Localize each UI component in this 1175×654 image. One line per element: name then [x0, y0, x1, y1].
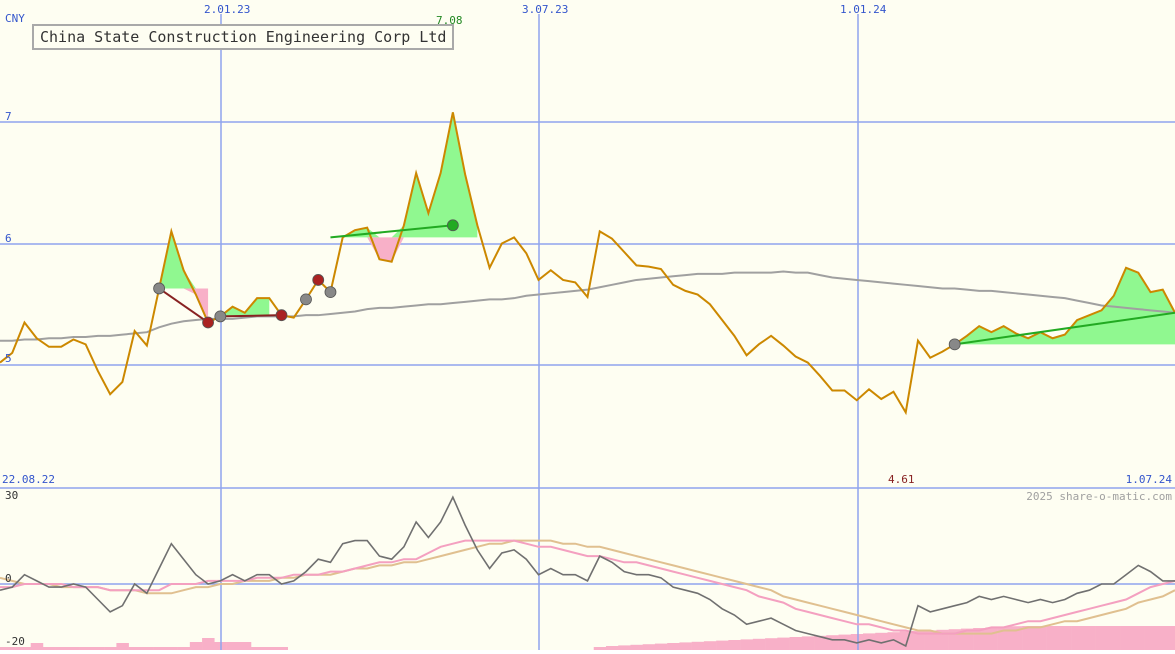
price-tick-label: 5	[5, 352, 12, 365]
osc-tick-label: 0	[5, 572, 12, 585]
signal-marker	[153, 282, 166, 295]
volume-bar	[691, 641, 705, 650]
volume-bar	[667, 643, 680, 650]
volume-bar	[618, 645, 631, 650]
volume-bar	[1169, 626, 1175, 650]
signal-marker	[300, 293, 312, 306]
volume-bar	[752, 638, 766, 650]
volume-bar	[1120, 626, 1133, 650]
volume-bar	[899, 631, 913, 650]
watermark: 2025 share-o-matic.com	[1026, 490, 1172, 503]
volume-bar	[1022, 626, 1035, 650]
volume-bar	[189, 642, 203, 650]
volume-bar	[238, 642, 252, 650]
oscillator-lines	[0, 495, 1175, 648]
volume-bar	[1107, 626, 1121, 650]
volume-bar	[1144, 626, 1158, 650]
volume-bar	[740, 639, 754, 650]
volume-bar	[801, 636, 815, 650]
currency-label: CNY	[5, 12, 25, 25]
trend-fill	[342, 237, 478, 262]
volume-bar	[838, 634, 852, 650]
price-tick-label: 6	[5, 232, 12, 245]
volume-bar	[826, 635, 839, 650]
volume-bar	[1132, 626, 1145, 650]
volume-bar	[1095, 626, 1109, 650]
trend-segments	[158, 224, 1175, 346]
date-label: 3.07.23	[522, 3, 568, 16]
chart-title: China State Construction Engineering Cor…	[32, 24, 455, 50]
oscillator-signal-line	[0, 539, 1175, 635]
osc-tick-label: 30	[5, 489, 18, 502]
osc-tick-label: -20	[5, 635, 25, 648]
volume-bar	[777, 637, 790, 650]
price-tick-label: 7	[5, 110, 12, 123]
volume-bar	[1046, 626, 1060, 650]
volume-bar	[1156, 626, 1170, 650]
volume-bar	[765, 638, 778, 650]
volume-bar	[30, 643, 44, 650]
volume-bar	[226, 642, 240, 650]
trend-line	[220, 314, 282, 318]
signal-marker	[312, 274, 325, 286]
oscillator-slow-line	[0, 539, 1175, 635]
volume-bar	[1083, 626, 1096, 650]
signal-marker	[948, 338, 961, 351]
date-label: 1.01.24	[840, 3, 887, 16]
volume-bar	[789, 637, 803, 650]
volume-bar	[716, 640, 729, 650]
volume-bar	[679, 642, 692, 650]
volume-bar	[116, 643, 129, 650]
volume-bar	[985, 627, 998, 650]
volume-bar	[1058, 626, 1072, 650]
date-label: 2.01.23	[204, 3, 250, 16]
volume-bar	[630, 644, 643, 650]
chart-svg: CNY 7 6 5 2.01.23 3.07.23 1.01.24 7.08 4…	[0, 3, 1175, 650]
volume-bar	[703, 641, 717, 650]
oscillator-line	[0, 495, 1175, 648]
signal-marker	[214, 310, 227, 323]
end-date-label: 1.07.24	[1126, 473, 1173, 486]
volume-bar	[1034, 626, 1047, 650]
trend-fill	[159, 231, 209, 289]
volume-bar	[605, 646, 619, 650]
volume-bar	[728, 640, 741, 650]
start-date-label: 22.08.22	[2, 473, 55, 486]
low-label: 4.61	[888, 473, 915, 486]
signal-marker	[202, 316, 214, 329]
volume-bar	[1071, 626, 1084, 650]
chart-area: CNY 7 6 5 2.01.23 3.07.23 1.01.24 7.08 4…	[0, 0, 1175, 650]
signal-marker	[446, 219, 459, 232]
signal-markers	[153, 219, 961, 351]
volume-bars	[0, 626, 1175, 650]
signal-marker	[324, 286, 337, 299]
volume-bar	[202, 638, 215, 650]
volume-bar	[642, 644, 656, 650]
volume-bar	[654, 643, 668, 650]
signal-marker	[275, 309, 288, 322]
trend-fills	[159, 112, 1175, 345]
